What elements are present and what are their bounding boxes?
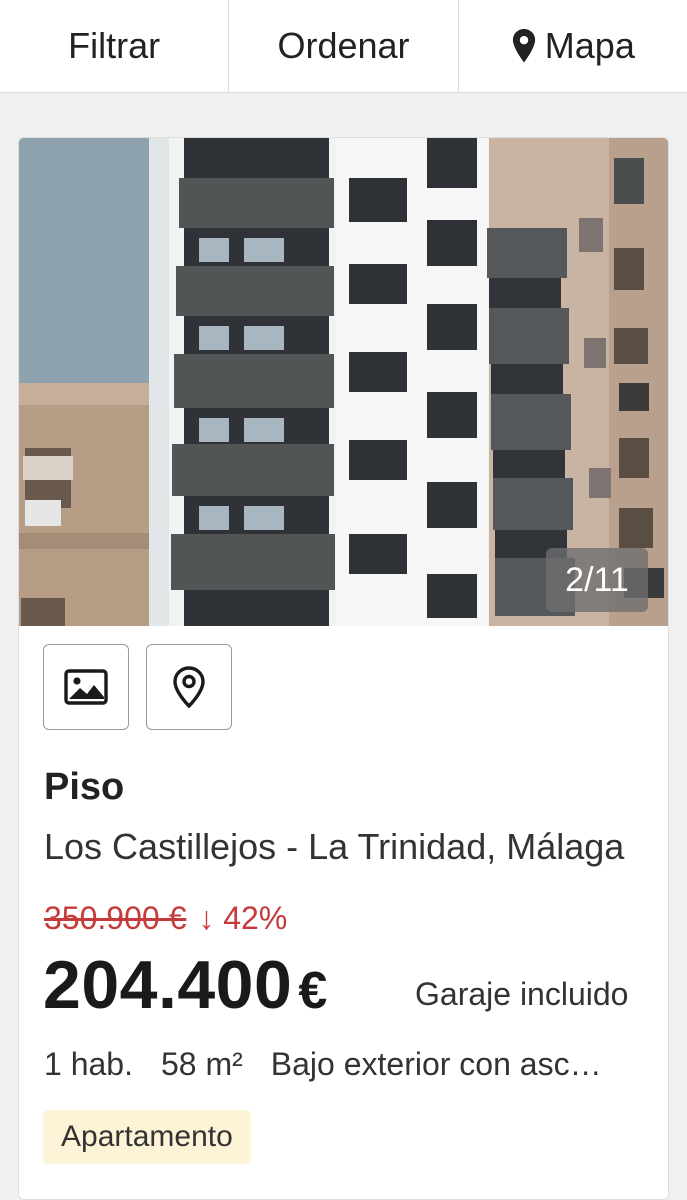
sort-button[interactable]: Ordenar <box>229 0 459 92</box>
location-pin-icon <box>173 666 205 708</box>
property-type: Piso <box>44 766 125 808</box>
map-button[interactable]: Mapa <box>459 0 687 92</box>
rooms: 1 hab. <box>44 1046 133 1082</box>
property-address: Los Castillejos - La Trinidad, Málaga <box>44 826 625 867</box>
area: 58 m² <box>160 1046 243 1082</box>
gallery-button[interactable] <box>43 644 129 730</box>
listing-card[interactable]: 2/11 Piso Los Castillejos - La Trinidad,… <box>18 137 669 1200</box>
photo-counter: 2/11 <box>546 548 648 612</box>
location-button[interactable] <box>146 644 232 730</box>
filter-label: Filtrar <box>68 25 161 66</box>
listing-photo[interactable]: 2/11 <box>19 138 668 626</box>
price-value: 204.400 <box>43 947 293 1023</box>
sort-label: Ordenar <box>277 25 410 66</box>
property-tag: Apartamento <box>43 1110 251 1164</box>
filter-button[interactable]: Filtrar <box>0 0 230 92</box>
top-toolbar: Filtrar Ordenar Mapa <box>0 0 687 93</box>
price-currency: € <box>298 962 328 1020</box>
image-icon <box>64 669 108 705</box>
map-pin-icon <box>512 29 535 63</box>
parking-info: Garaje incluido <box>415 976 629 1012</box>
description: Bajo exterior con ascensor <box>270 1046 609 1082</box>
old-price: 350.900 € <box>44 900 187 936</box>
map-label: Mapa <box>544 25 635 66</box>
price-reduction: 350.900 € ↓ 42% <box>44 900 287 937</box>
price-drop: ↓ 42% <box>198 900 288 936</box>
property-details: 1 hab. 58 m² Bajo exterior con ascensor <box>44 1046 609 1083</box>
current-price: 204.400 € <box>43 946 328 1024</box>
